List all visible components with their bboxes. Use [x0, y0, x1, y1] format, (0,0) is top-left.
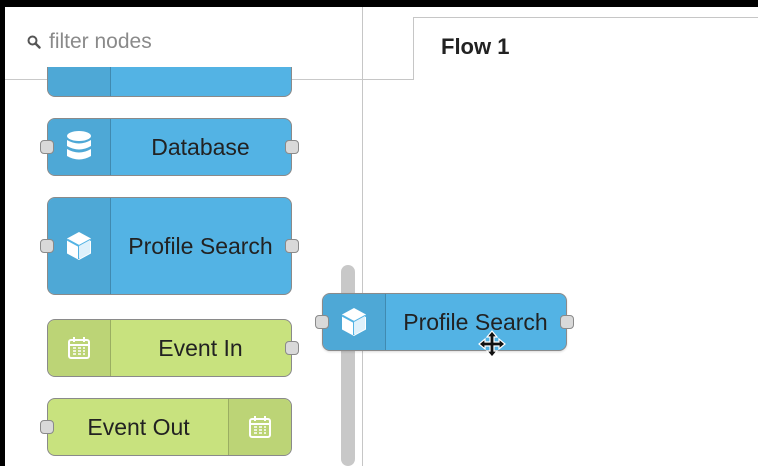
search-icon	[27, 35, 41, 49]
node-palette: Database Profile Search Event In	[5, 7, 362, 466]
node-label: Profile Search	[128, 233, 273, 259]
palette-node-partial[interactable]	[47, 67, 292, 97]
tab-flow-1-label[interactable]: Flow 1	[441, 34, 509, 60]
palette-node-profile-search[interactable]: Profile Search	[40, 197, 299, 295]
node-icon-column	[48, 119, 111, 175]
flow-canvas[interactable]	[363, 80, 758, 466]
node-output-port[interactable]	[285, 239, 299, 253]
node-output-port[interactable]	[285, 140, 299, 154]
node-label: Event Out	[87, 414, 190, 440]
palette-node-event-in[interactable]: Event In	[47, 319, 299, 377]
cube-icon	[66, 232, 92, 260]
dragged-node-profile-search[interactable]: Profile Search	[315, 293, 574, 351]
node-input-port[interactable]	[40, 420, 54, 434]
filter-nodes-input[interactable]	[49, 27, 339, 57]
cube-icon	[341, 308, 367, 336]
move-cursor-icon	[478, 330, 506, 358]
window-frame-top	[0, 0, 758, 7]
node-icon-column	[323, 294, 386, 350]
node-input-port[interactable]	[40, 140, 54, 154]
palette-node-database[interactable]: Database	[40, 118, 299, 176]
node-label: Event In	[158, 335, 243, 361]
database-icon	[67, 131, 91, 160]
node-icon-column	[48, 198, 111, 294]
node-icon-column	[48, 67, 111, 96]
node-icon-column	[228, 399, 291, 455]
calendar-icon	[68, 337, 90, 359]
node-icon-column	[48, 320, 111, 376]
node-label: Profile Search	[403, 309, 548, 335]
node-input-port[interactable]	[315, 315, 329, 329]
calendar-icon	[249, 416, 271, 438]
node-output-port[interactable]	[285, 341, 299, 355]
palette-node-event-out[interactable]: Event Out	[40, 398, 292, 456]
node-input-port[interactable]	[40, 239, 54, 253]
node-label: Database	[151, 134, 250, 160]
node-output-port[interactable]	[560, 315, 574, 329]
